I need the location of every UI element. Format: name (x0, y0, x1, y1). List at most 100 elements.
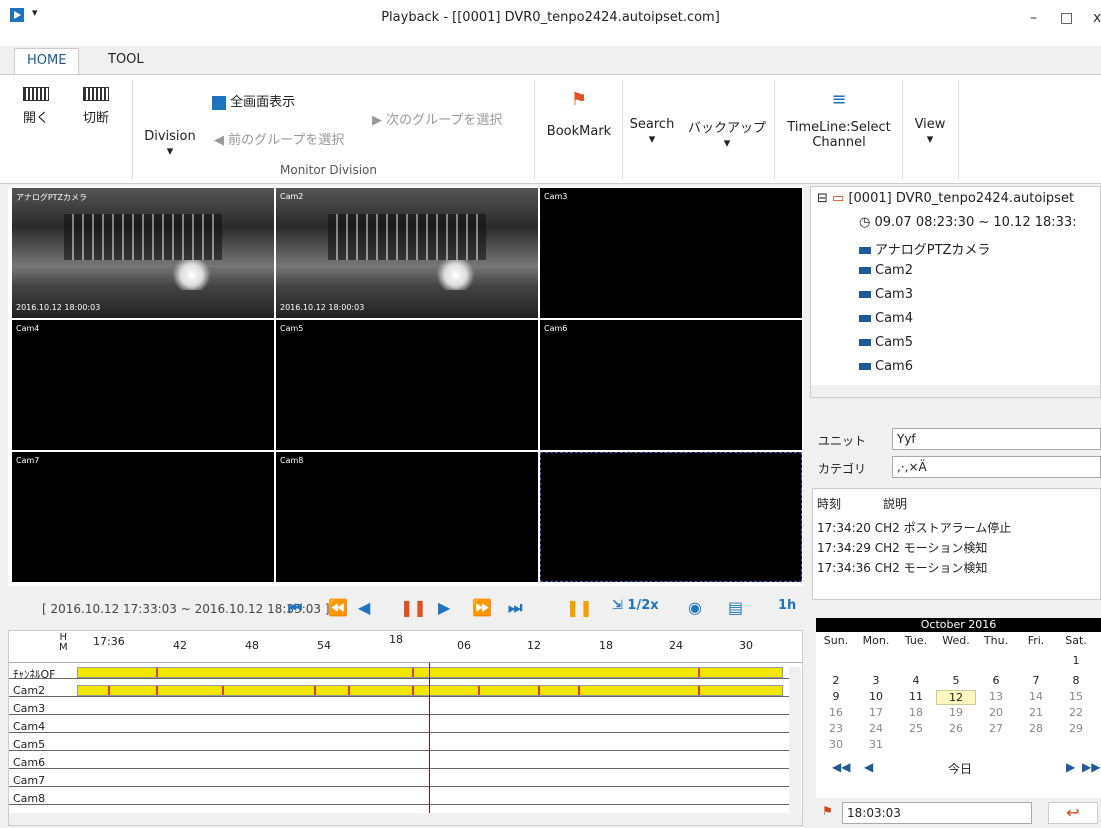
timeline-row[interactable]: ﾁｬﾝﾈﾙOF (9, 665, 789, 681)
calendar-day[interactable]: 9 (816, 690, 856, 703)
event-row[interactable]: 17:34:20 CH2 ポストアラーム停止 (817, 519, 1011, 536)
tree-cam-item[interactable]: Cam3 (859, 287, 913, 302)
video-cell[interactable]: Cam8 (276, 452, 538, 582)
calendar-day[interactable]: 22 (1056, 706, 1096, 719)
timeline-row[interactable]: Cam6 (9, 755, 789, 769)
timeline-row[interactable]: Cam3 (9, 701, 789, 715)
memo-icon[interactable]: ▤ (728, 598, 743, 617)
calendar-day[interactable]: 10 (856, 690, 896, 703)
tree-range-item[interactable]: ◷ 09.07 08:23:30 ~ 10.12 18:33: (859, 215, 1077, 230)
disconnect-button[interactable]: 切断 (76, 87, 116, 126)
search-dropdown[interactable]: Search ▾ (626, 117, 678, 147)
video-cell[interactable]: Cam4 (12, 320, 274, 450)
bookmark-button[interactable]: ⚑ BookMark (542, 89, 616, 139)
unit-select[interactable]: Yyf (892, 428, 1101, 450)
category-select[interactable]: ,·,×Ä (892, 456, 1101, 478)
span-button[interactable]: 1h (778, 598, 796, 613)
video-cell[interactable]: アナログPTZカメラ 2016.10.12 18:00:03 (12, 188, 274, 318)
audio-icon[interactable]: ◉ (688, 598, 702, 617)
tree-cam-item[interactable]: Cam4 (859, 311, 913, 326)
calendar-day[interactable]: 1 (1056, 654, 1096, 667)
prev-year-button[interactable]: ◀◀ (832, 760, 850, 774)
next-year-button[interactable]: ▶▶ (1082, 760, 1100, 774)
calendar-day[interactable]: 21 (1016, 706, 1056, 719)
open-button[interactable]: 開く (16, 87, 56, 126)
calendar-day[interactable]: 30 (816, 738, 856, 751)
tab-tool[interactable]: TOOL (96, 48, 156, 74)
next-group-button[interactable]: ▶ 次のグループを選択 (372, 109, 502, 128)
timeline-row[interactable]: Cam5 (9, 737, 789, 751)
fast-forward-button[interactable]: ⏩ (472, 598, 492, 617)
calendar-day[interactable]: 13 (976, 690, 1016, 703)
step-back-button[interactable]: ◀ (358, 598, 370, 617)
time-input[interactable]: 18:03:03 (842, 802, 1032, 824)
calendar-day[interactable]: 8 (1056, 674, 1096, 687)
calendar-day[interactable]: 3 (856, 674, 896, 687)
calendar-day[interactable]: 31 (856, 738, 896, 751)
video-cell[interactable]: Cam2 2016.10.12 18:00:03 (276, 188, 538, 318)
tree-cam-item[interactable]: Cam6 (859, 359, 913, 374)
video-cell-selected[interactable] (540, 452, 802, 582)
video-cell[interactable]: Cam6 (540, 320, 802, 450)
fast-rewind-button[interactable]: ⏪ (328, 598, 348, 617)
timeline-row[interactable]: Cam7 (9, 773, 789, 787)
calendar-day[interactable]: 2 (816, 674, 856, 687)
next-month-button[interactable]: ▶ (1066, 760, 1075, 774)
video-cell[interactable]: Cam7 (12, 452, 274, 582)
prev-group-button[interactable]: ◀ 前のグループを選択 (214, 129, 344, 148)
timeline-row[interactable]: Cam4 (9, 719, 789, 733)
recording-bar[interactable] (77, 667, 783, 678)
tree-cam-item[interactable]: Cam5 (859, 335, 913, 350)
calendar-day[interactable]: 15 (1056, 690, 1096, 703)
calendar-day[interactable]: 18 (896, 706, 936, 719)
jump-button[interactable]: ↩ (1048, 802, 1098, 824)
timeline-horizontal-scrollbar[interactable] (9, 813, 802, 825)
recording-bar[interactable] (77, 685, 783, 696)
calendar-day-selected[interactable]: 12 (936, 690, 976, 705)
event-row[interactable]: 17:34:36 CH2 モーション検知 (817, 559, 987, 576)
calendar-day[interactable]: 23 (816, 722, 856, 735)
minimize-button[interactable]: – (1030, 10, 1037, 26)
calendar-day[interactable]: 11 (896, 690, 936, 703)
calendar-day[interactable]: 20 (976, 706, 1016, 719)
tree-cam-item[interactable]: アナログPTZカメラ (859, 239, 990, 258)
timeline-select-channel-button[interactable]: ≡ TimeLine:Select Channel (780, 89, 898, 150)
tree-cam-item[interactable]: Cam2 (859, 263, 913, 278)
event-row[interactable]: 17:34:29 CH2 モーション検知 (817, 539, 987, 556)
col-time-header[interactable]: 時刻 (817, 495, 841, 512)
timeline-row[interactable]: Cam8 (9, 791, 789, 805)
skip-end-button[interactable]: ⏭ (508, 598, 522, 618)
tree-horizontal-scrollbar[interactable] (811, 385, 1100, 397)
calendar-day[interactable]: 14 (1016, 690, 1056, 703)
calendar-day[interactable]: 29 (1056, 722, 1096, 735)
video-cell[interactable]: Cam5 (276, 320, 538, 450)
calendar-day[interactable]: 27 (976, 722, 1016, 735)
tree-root-item[interactable]: ⊟ ▭ [0001] DVR0_tenpo2424.autoipset (817, 191, 1074, 206)
calendar-day[interactable]: 28 (1016, 722, 1056, 735)
calendar-day[interactable]: 7 (1016, 674, 1056, 687)
col-desc-header[interactable]: 説明 (883, 495, 907, 512)
division-dropdown[interactable]: Division ▾ (140, 129, 200, 159)
pause-button[interactable]: ❚❚ (400, 598, 427, 617)
calendar-day[interactable]: 5 (936, 674, 976, 687)
calendar-day[interactable]: 16 (816, 706, 856, 719)
close-button[interactable]: x (1093, 10, 1101, 26)
calendar-day[interactable]: 25 (896, 722, 936, 735)
tab-home[interactable]: HOME (14, 48, 80, 74)
view-dropdown[interactable]: View ▾ (910, 117, 950, 147)
speed-button[interactable]: ⇲ 1/2x (612, 598, 659, 613)
calendar-day[interactable]: 26 (936, 722, 976, 735)
video-cell[interactable]: Cam3 (540, 188, 802, 318)
prev-month-button[interactable]: ◀ (864, 760, 873, 774)
maximize-button[interactable]: □ (1060, 10, 1073, 26)
calendar-day[interactable]: 4 (896, 674, 936, 687)
today-button[interactable]: 今日 (948, 760, 972, 777)
timeline-vertical-scrollbar[interactable] (789, 667, 801, 815)
backup-dropdown[interactable]: バックアップ ▾ (682, 117, 772, 151)
calendar-day[interactable]: 24 (856, 722, 896, 735)
playhead-cursor[interactable] (429, 663, 430, 825)
calendar-day[interactable]: 17 (856, 706, 896, 719)
play-button[interactable]: ▶ (438, 598, 450, 617)
calendar-day[interactable]: 19 (936, 706, 976, 719)
fullscreen-button[interactable]: 全画面表示 (212, 91, 295, 110)
